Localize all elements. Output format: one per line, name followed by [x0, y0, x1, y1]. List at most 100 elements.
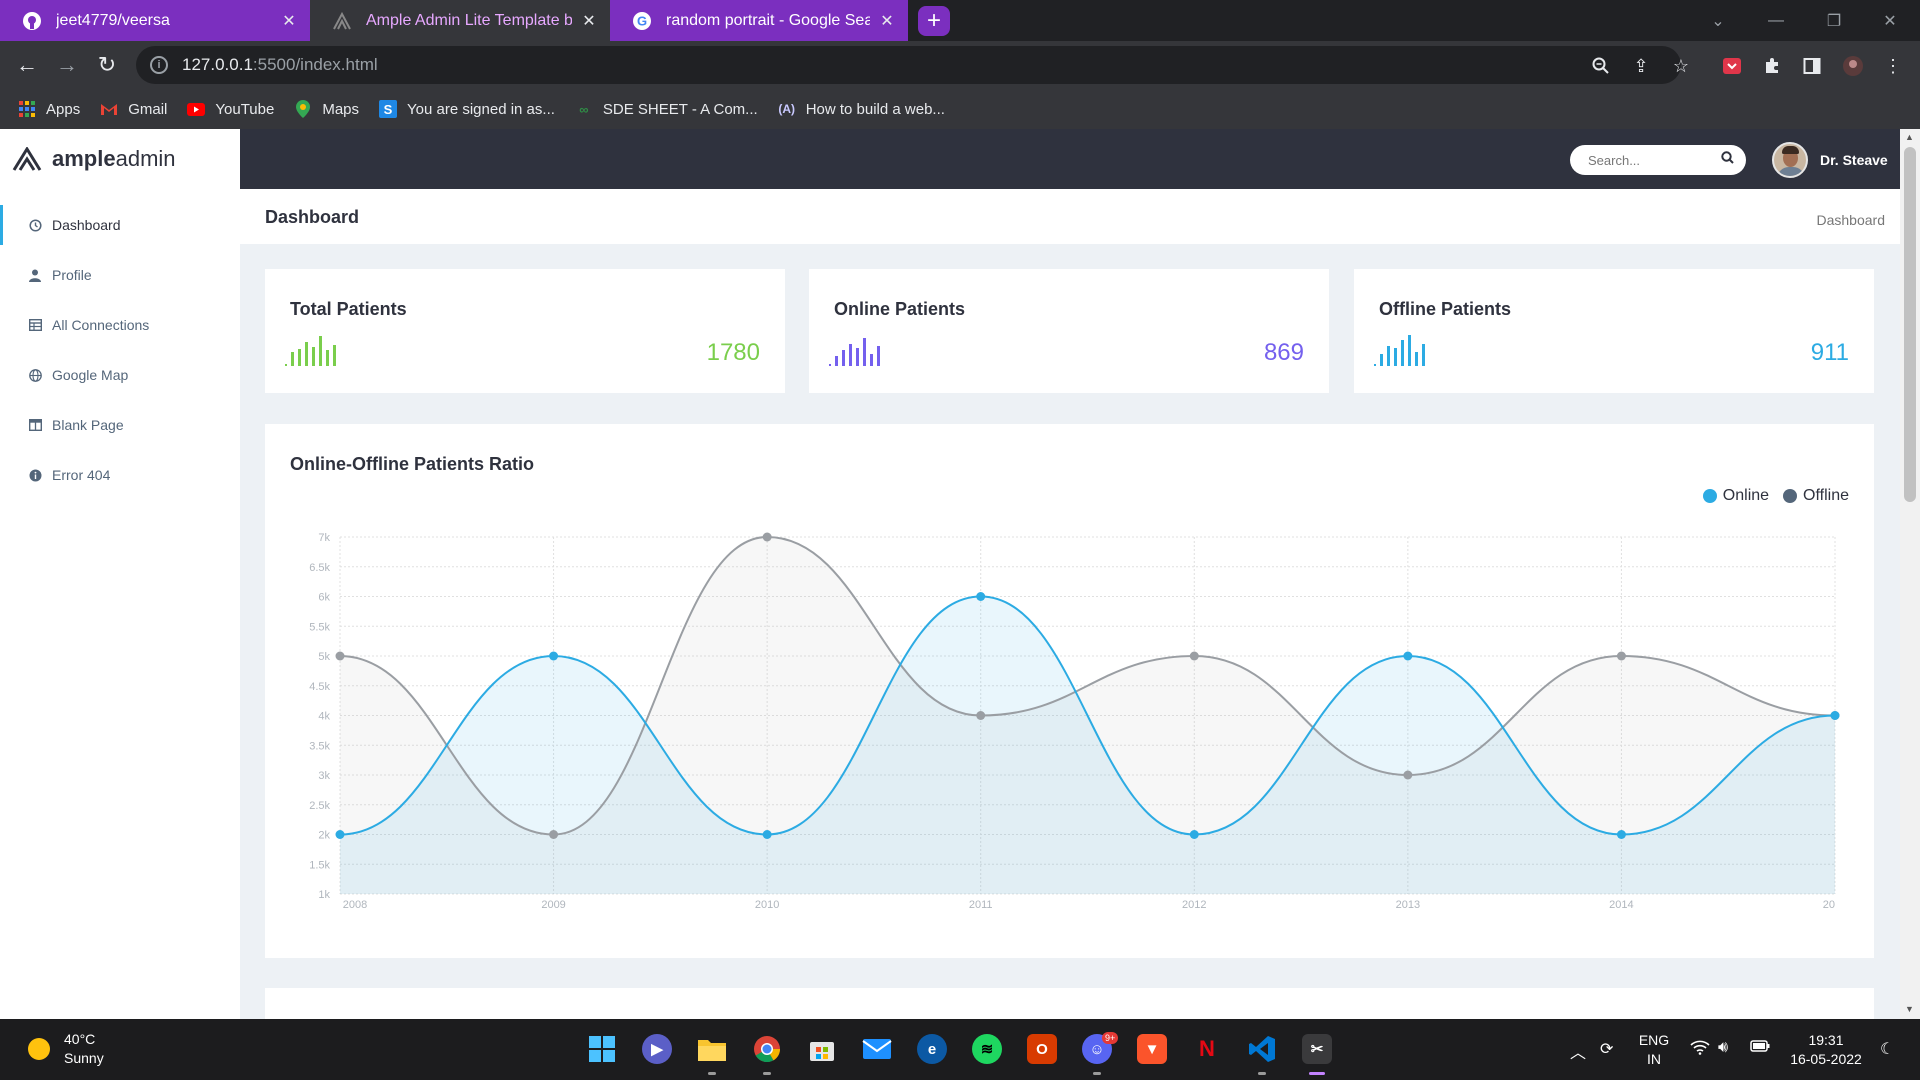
page-scrollbar[interactable]: ▲ ▼: [1900, 129, 1920, 1019]
x-tick-label: 2010: [755, 899, 779, 911]
data-point-online: [1830, 711, 1840, 720]
y-tick-label: 4k: [318, 711, 330, 723]
sync-icon[interactable]: ⟳: [1600, 1039, 1613, 1059]
stat-value: 911: [1810, 339, 1849, 366]
chrome-icon[interactable]: [752, 1034, 782, 1064]
app-logo[interactable]: ample admin: [0, 129, 240, 189]
data-point-online: [335, 830, 345, 839]
address-bar[interactable]: i 127.0.0.1:5500/index.html: [136, 46, 1681, 84]
stat-card-total: Total Patients 1780: [265, 269, 785, 393]
tab-title: random portrait - Google Search: [666, 11, 870, 29]
office-icon[interactable]: O: [1027, 1034, 1057, 1064]
y-tick-label: 2k: [318, 830, 330, 842]
bookmarks-bar: Apps Gmail YouTube Maps S You are signed…: [0, 89, 1920, 129]
scroll-up-icon[interactable]: ▲: [1905, 132, 1914, 142]
close-icon[interactable]: ✕: [280, 11, 298, 31]
breadcrumb[interactable]: Dashboard: [1817, 212, 1886, 228]
sidebar-item-label: Profile: [52, 267, 92, 283]
avatar: [1772, 142, 1808, 178]
brave-icon[interactable]: ▼: [1137, 1034, 1167, 1064]
tray-chevron-up-icon[interactable]: ︿: [1570, 1039, 1586, 1063]
profile-avatar-icon[interactable]: [1842, 55, 1864, 77]
bookmark-star-icon[interactable]: ☆: [1670, 55, 1692, 77]
user-menu[interactable]: Dr. Steave: [1772, 141, 1888, 179]
back-icon[interactable]: ←: [11, 49, 43, 81]
data-point-online: [1403, 651, 1413, 661]
share-icon[interactable]: ⇪: [1630, 55, 1652, 77]
sidebar-item-blank-page[interactable]: Blank Page: [0, 405, 240, 445]
puzzle-icon[interactable]: [1761, 55, 1783, 77]
search-icon[interactable]: [1721, 151, 1734, 169]
volume-icon[interactable]: 🔊︎: [1718, 1039, 1728, 1057]
bookmark-youtube[interactable]: YouTube: [187, 100, 274, 118]
sidebar-item-google-map[interactable]: Google Map: [0, 355, 240, 395]
app-search: [1570, 145, 1746, 175]
bookmark-maps[interactable]: Maps: [294, 100, 359, 118]
netflix-icon[interactable]: N: [1192, 1034, 1222, 1064]
data-point-offline: [976, 711, 986, 720]
language-indicator[interactable]: ENG IN: [1636, 1031, 1672, 1069]
zoom-icon[interactable]: [1590, 55, 1612, 77]
sidebar-item-label: Google Map: [52, 367, 129, 383]
gmail-icon: [100, 100, 118, 118]
google-icon: G: [632, 11, 652, 31]
sidebar-item-error-404[interactable]: Error 404: [0, 455, 240, 495]
edge-icon[interactable]: e: [917, 1034, 947, 1064]
weather-widget[interactable]: 40°C Sunny: [28, 1030, 104, 1068]
wifi-icon[interactable]: [1690, 1039, 1710, 1060]
battery-icon[interactable]: [1750, 1039, 1770, 1058]
page-title: Dashboard: [265, 207, 360, 227]
bookmark-sde-sheet[interactable]: ∞ SDE SHEET - A Com...: [575, 100, 757, 118]
bookmark-build-web[interactable]: (A) How to build a web...: [778, 100, 945, 118]
sidebar-item-label: Error 404: [52, 467, 111, 483]
snipping-tool-icon[interactable]: ✂: [1302, 1034, 1332, 1064]
window-close-icon[interactable]: ✕: [1862, 0, 1918, 41]
scroll-thumb[interactable]: [1904, 147, 1916, 502]
bookmark-signed-in[interactable]: S You are signed in as...: [379, 100, 555, 118]
tab-search-chevron-icon[interactable]: ⌄: [1690, 0, 1746, 41]
teams-chat-icon[interactable]: ▶: [642, 1034, 672, 1064]
tab-ample-admin[interactable]: Ample Admin Lite Template by W ✕: [310, 0, 610, 41]
close-icon[interactable]: ✕: [580, 11, 598, 31]
maps-icon: [294, 100, 312, 118]
table-icon: [28, 318, 42, 332]
y-tick-label: 1.5k: [309, 859, 330, 871]
file-explorer-icon[interactable]: [697, 1034, 727, 1064]
windows-start-icon[interactable]: [587, 1034, 617, 1064]
reload-icon[interactable]: ↻: [91, 49, 123, 81]
restore-icon[interactable]: ❐: [1806, 0, 1862, 41]
new-tab-button[interactable]: +: [918, 6, 950, 36]
stat-card-offline: Offline Patients 911: [1354, 269, 1874, 393]
sparkline-online: [829, 338, 880, 366]
tab-google-search[interactable]: G random portrait - Google Search ✕: [610, 0, 908, 41]
tab-github[interactable]: jeet4779/veersa ✕: [0, 0, 310, 41]
search-input[interactable]: [1588, 152, 1708, 168]
sidebar-item-dashboard[interactable]: Dashboard: [0, 205, 240, 245]
running-indicator: [1093, 1072, 1101, 1075]
temperature: 40°C: [64, 1031, 96, 1047]
spotify-icon[interactable]: ≋: [972, 1034, 1002, 1064]
vscode-icon[interactable]: [1247, 1034, 1277, 1064]
store-icon[interactable]: [807, 1034, 837, 1064]
forward-icon[interactable]: →: [51, 49, 83, 81]
sidebar-item-connections[interactable]: All Connections: [0, 305, 240, 345]
clock[interactable]: 19:31 16-05-2022: [1786, 1031, 1866, 1069]
data-point-online: [549, 651, 559, 661]
info-icon[interactable]: i: [150, 56, 168, 74]
extension-pocket-icon[interactable]: [1721, 55, 1743, 77]
x-tick-label: 2014: [1609, 899, 1633, 911]
sidebar-item-profile[interactable]: Profile: [0, 255, 240, 295]
close-icon[interactable]: ✕: [878, 11, 896, 31]
moon-icon[interactable]: ☾: [1880, 1039, 1894, 1059]
kebab-menu-icon[interactable]: ⋮: [1882, 55, 1904, 77]
date: 16-05-2022: [1790, 1051, 1862, 1067]
sidepanel-icon[interactable]: [1801, 55, 1823, 77]
bookmark-apps[interactable]: Apps: [18, 100, 80, 118]
scroll-down-icon[interactable]: ▼: [1905, 1004, 1914, 1014]
y-tick-label: 5k: [318, 651, 330, 663]
bookmark-gmail[interactable]: Gmail: [100, 100, 167, 118]
chart-card: Online-Offline Patients Ratio Online Off…: [265, 424, 1874, 958]
mail-icon[interactable]: [862, 1034, 892, 1064]
x-tick-label: 2013: [1396, 899, 1420, 911]
minimize-icon[interactable]: —: [1748, 0, 1804, 41]
